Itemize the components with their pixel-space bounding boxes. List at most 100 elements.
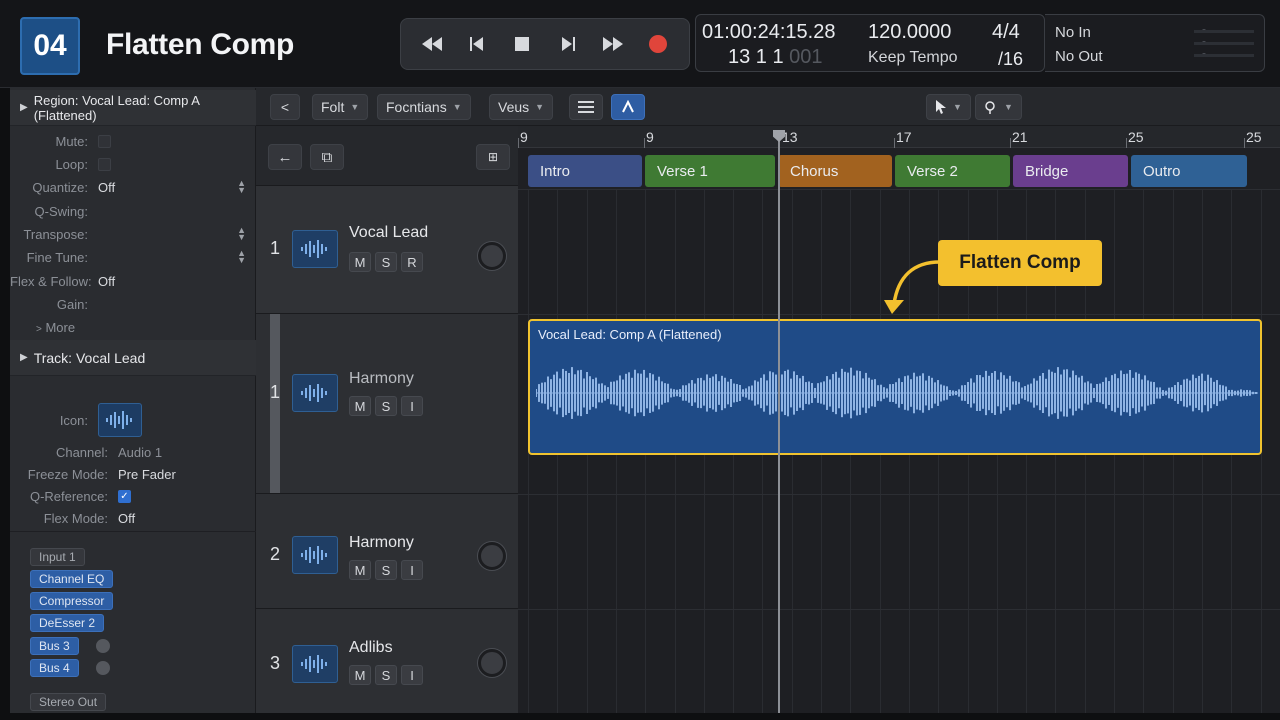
rewind-icon (421, 37, 442, 51)
playhead[interactable] (778, 130, 780, 713)
audio-region-flattened[interactable]: Vocal Lead: Comp A (Flattened) (528, 319, 1262, 455)
marker-verse-1[interactable]: Verse 1 (645, 155, 775, 187)
plugin-slot-deesser[interactable]: DeEsser 2 (30, 614, 105, 632)
flatten-comp-callout: Flatten Comp (938, 240, 1102, 286)
step-badge: 04 (20, 17, 80, 75)
waveform-icon (292, 374, 338, 412)
output-slot[interactable]: Stereo Out (30, 693, 107, 711)
param-fine-tune[interactable]: Fine Tune: ▲ ▼ (10, 246, 256, 268)
param-flex-follow[interactable]: Flex & Follow: Off (10, 270, 256, 292)
selection-bar (270, 314, 280, 493)
volume-knob[interactable] (478, 242, 506, 270)
pointer-tool-menu[interactable]: ▼ (926, 94, 971, 120)
param-gain[interactable]: Gain: (10, 293, 256, 315)
plugin-slot-channel-eq[interactable]: Channel EQ (30, 570, 114, 588)
stepper-icon: ▲ ▼ (237, 225, 246, 242)
arrange-area[interactable]: 9 9 13 17 21 25 25 Intro Verse 1 Chorus … (518, 126, 1280, 713)
flex-tool-button[interactable] (611, 94, 645, 120)
waveform-display (536, 367, 1258, 419)
input-slot[interactable]: Input 1 (30, 548, 85, 566)
marker-verse-2[interactable]: Verse 2 (895, 155, 1010, 187)
page-title: Flatten Comp (106, 28, 295, 61)
track-name: Adlibs (349, 639, 393, 656)
send-bus-3[interactable]: Bus 3 (30, 637, 79, 655)
back-button[interactable]: < (270, 94, 300, 120)
send-knob[interactable] (96, 639, 110, 653)
ruler-label: 17 (896, 129, 912, 145)
marker-outro[interactable]: Outro (1131, 155, 1247, 187)
ruler-tick (894, 138, 895, 148)
region-inspector-header[interactable]: ▶ Region: Vocal Lead: Comp A (Flattened) (10, 90, 256, 126)
param-flex-mode[interactable]: Flex Mode: Off (10, 507, 256, 529)
fast-forward-button[interactable] (592, 24, 633, 64)
track-row-harmony-2[interactable]: 2 Harmony M S I (256, 494, 518, 609)
mute-button[interactable]: M (349, 252, 371, 272)
loop-checkbox[interactable] (98, 157, 111, 171)
record-enable-button[interactable]: R (401, 252, 423, 272)
ruler-tick (518, 138, 519, 148)
record-button[interactable] (638, 24, 679, 64)
marker-chorus[interactable]: Chorus (778, 155, 892, 187)
section-divider (10, 531, 256, 532)
rewind-button[interactable] (411, 24, 452, 64)
send-bus-4[interactable]: Bus 4 (30, 659, 79, 677)
param-q-reference[interactable]: Q-Reference: ✓ (10, 485, 256, 507)
param-transpose[interactable]: Transpose: ▲ ▼ (10, 223, 256, 245)
solo-button[interactable]: S (375, 560, 397, 580)
play-button[interactable] (547, 24, 588, 64)
ruler-tick (1126, 138, 1127, 148)
plugin-slot-compressor[interactable]: Compressor (30, 592, 114, 610)
input-monitor-button[interactable]: I (401, 665, 423, 685)
param-channel[interactable]: Channel: Audio 1 (10, 441, 256, 463)
secondary-tool-menu[interactable]: ▼ (975, 94, 1022, 120)
waveform-icon (98, 403, 142, 437)
ruler-label: 25 (1246, 129, 1262, 145)
solo-button[interactable]: S (375, 252, 397, 272)
functions-menu[interactable]: Focntians ▼ (377, 94, 471, 120)
ruler-tick (1010, 138, 1011, 148)
menu-label: Folt (321, 99, 345, 115)
volume-knob[interactable] (478, 649, 506, 677)
marker-bridge[interactable]: Bridge (1013, 155, 1128, 187)
track-row-adlibs[interactable]: 3 Adlibs M S I (256, 609, 518, 713)
mute-checkbox[interactable] (98, 134, 111, 148)
add-track-button[interactable]: ⊞ (476, 144, 510, 170)
solo-button[interactable]: S (375, 665, 397, 685)
stop-icon (515, 37, 530, 51)
stop-button[interactable] (502, 24, 543, 64)
param-icon[interactable]: Icon: (10, 400, 256, 440)
freeze-mode-value: Pre Fader (118, 466, 176, 482)
lcd-display[interactable]: 01:00:24:15.28 13 1 1 001 120.0000 Keep … (695, 14, 1045, 72)
send-knob[interactable] (96, 661, 110, 675)
track-inspector-header[interactable]: ▶ Track: Vocal Lead (10, 340, 256, 376)
param-label: Q-Swing: (34, 203, 88, 219)
mute-button[interactable]: M (349, 665, 371, 685)
record-icon (649, 35, 668, 53)
step-back-button[interactable] (456, 24, 497, 64)
track-row-harmony-1[interactable]: 1 Harmony M S I (256, 314, 518, 494)
view-menu[interactable]: Veus ▼ (489, 94, 554, 120)
more-label: More (45, 320, 76, 335)
param-label: Fine Tune: (26, 249, 88, 265)
param-quantize[interactable]: Quantize: Off ▲ ▼ (10, 176, 256, 198)
solo-button[interactable]: S (375, 396, 397, 416)
edit-menu[interactable]: Folt ▼ (312, 94, 369, 120)
param-q-swing[interactable]: Q-Swing: (10, 200, 256, 222)
input-monitor-button[interactable]: I (401, 396, 423, 416)
collapse-button[interactable]: ← (268, 144, 302, 170)
waveform-icon (292, 645, 338, 683)
q-reference-checkbox[interactable]: ✓ (118, 489, 131, 503)
mute-button[interactable]: M (349, 396, 371, 416)
duplicate-track-button[interactable]: ⧉ (310, 144, 344, 170)
marker-intro[interactable]: Intro (528, 155, 642, 187)
volume-knob[interactable] (478, 542, 506, 570)
more-disclosure[interactable]: > More (36, 320, 75, 335)
bar-ruler[interactable]: 9 9 13 17 21 25 25 (518, 126, 1280, 148)
list-view-button[interactable] (569, 94, 603, 120)
param-freeze-mode[interactable]: Freeze Mode: Pre Fader (10, 463, 256, 485)
track-row-vocal-lead[interactable]: 1 Vocal Lead M S R (256, 186, 518, 314)
track-name: Vocal Lead (349, 224, 429, 241)
io-display[interactable]: No In No Out (1045, 14, 1265, 72)
input-monitor-button[interactable]: I (401, 560, 423, 580)
mute-button[interactable]: M (349, 560, 371, 580)
